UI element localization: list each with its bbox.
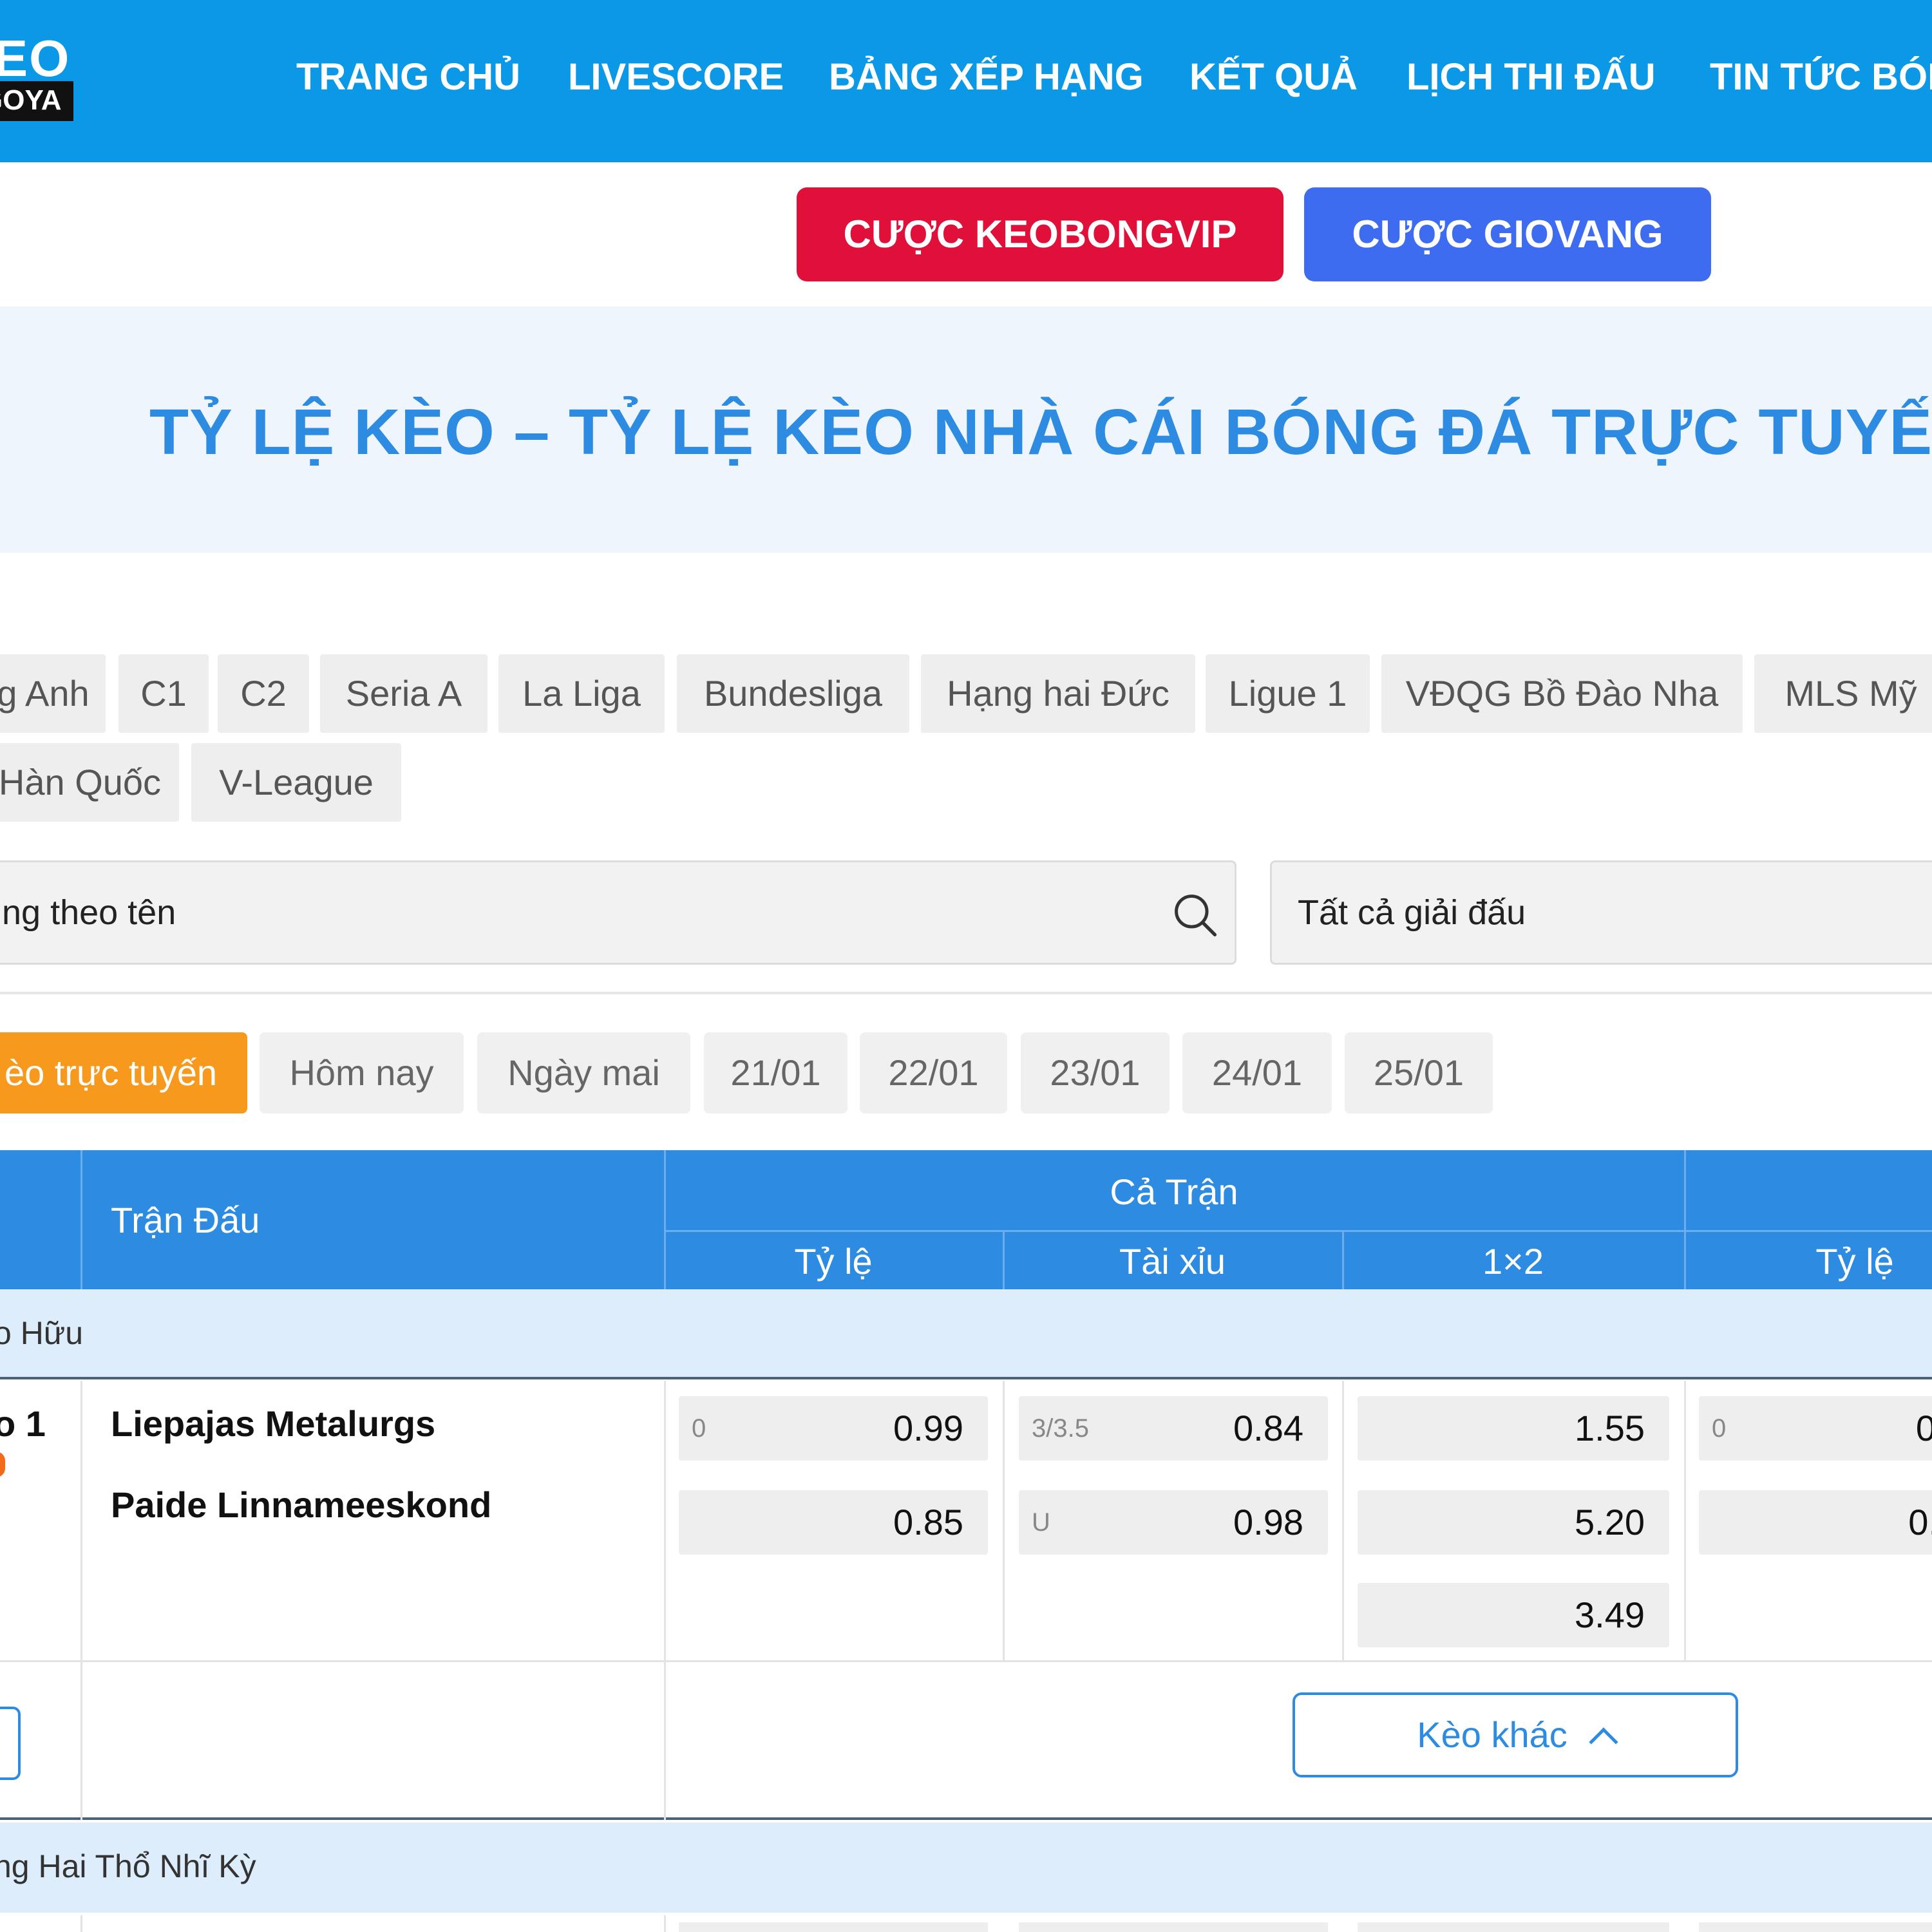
odd-cell-partial <box>679 1922 988 1932</box>
nav-item-schedule[interactable]: LỊCH THI ĐẤU <box>1406 52 1656 103</box>
league-row: ng Hai Thổ Nhĩ Kỳ <box>0 1823 1932 1913</box>
header-divider <box>80 1150 82 1289</box>
league-chip[interactable]: V-League <box>191 743 401 822</box>
tab-tomorrow[interactable]: Ngày mai <box>477 1032 690 1113</box>
search-input[interactable] <box>0 862 1110 963</box>
odd-value: 0. <box>1908 1502 1932 1542</box>
nav-item-standings[interactable]: BẢNG XẾP HẠNG <box>829 52 1144 103</box>
league-chip[interactable]: Hạng hai Đức <box>921 654 1195 733</box>
site-logo[interactable]: KEO GOYA <box>0 30 90 126</box>
league-name: ng Hai Thổ Nhĩ Kỳ <box>0 1848 256 1884</box>
odd-cell-partial <box>1699 1922 1932 1932</box>
column-divider <box>1003 1381 1005 1662</box>
top-navigation: KEO GOYA TRANG CHỦ LIVESCORE BẢNG XẾP HẠ… <box>0 0 1932 162</box>
logo-text-bottom: GOYA <box>0 81 73 121</box>
nav-item-home[interactable]: TRANG CHỦ <box>296 52 520 103</box>
live-indicator-icon <box>0 1452 5 1477</box>
league-name: o Hữu <box>0 1315 84 1351</box>
odds-table-header: Trận Đấu Cả Trận Tỷ lệ Tài xỉu 1×2 Tỷ lệ <box>0 1150 1932 1289</box>
league-select-value: Tất cả giải đấu <box>1298 893 1526 932</box>
league-chip[interactable]: Hàn Quốc <box>0 743 179 822</box>
league-chip[interactable]: Bundesliga <box>677 654 909 733</box>
odd-cell-partial <box>1019 1922 1328 1932</box>
column-divider <box>664 1915 666 1932</box>
odd-value: 0 <box>1915 1408 1932 1448</box>
logo-text-top: KEO <box>0 30 71 87</box>
league-chip[interactable]: g Anh <box>0 654 106 733</box>
title-banner: TỶ LỆ KÈO – TỶ LỆ KÈO NHÀ CÁI BÓNG ĐÁ TR… <box>0 307 1932 553</box>
league-chip[interactable]: Seria A <box>320 654 488 733</box>
tab-date[interactable]: 25/01 <box>1345 1032 1493 1113</box>
column-divider <box>1684 1381 1686 1662</box>
column-divider <box>80 1381 82 1820</box>
league-row: o Hữu <box>0 1289 1932 1379</box>
over-under-line: 3/3.5 <box>1032 1414 1089 1443</box>
match-detail-button[interactable] <box>0 1707 21 1780</box>
odd-value: 3.49 <box>1575 1595 1645 1635</box>
under-odd[interactable]: U 0.98 <box>1019 1490 1328 1555</box>
over-under-header: Tài xỉu <box>1119 1241 1226 1282</box>
row-divider <box>0 1660 1932 1662</box>
odd-value: 1.55 <box>1575 1408 1645 1448</box>
column-divider <box>664 1381 666 1820</box>
odd-value: 0.84 <box>1233 1408 1303 1448</box>
nav-item-livescore[interactable]: LIVESCORE <box>568 52 784 103</box>
match-column-header: Trận Đấu <box>111 1200 260 1240</box>
league-chip[interactable]: La Liga <box>498 654 665 733</box>
odd-value: 5.20 <box>1575 1502 1645 1542</box>
handicap-line: 0 <box>1712 1414 1727 1443</box>
more-odds-label: Kèo khác <box>1417 1714 1567 1755</box>
match-number: o 1 <box>0 1403 46 1444</box>
1x2-draw-odd[interactable]: 3.49 <box>1358 1583 1669 1647</box>
column-divider <box>1342 1381 1344 1662</box>
team-search <box>0 860 1236 965</box>
odd-value: 0.98 <box>1233 1502 1303 1542</box>
odd-value: 0.85 <box>893 1502 963 1542</box>
1x2-away-odd[interactable]: 5.20 <box>1358 1490 1669 1555</box>
tab-date[interactable]: 24/01 <box>1182 1032 1332 1113</box>
bet-keobongvip-button[interactable]: CƯỢC KEOBONGVIP <box>797 187 1283 281</box>
tab-today[interactable]: Hôm nay <box>260 1032 464 1113</box>
header-divider <box>664 1230 1932 1232</box>
more-odds-button[interactable]: Kèo khác <box>1293 1692 1738 1777</box>
column-divider <box>80 1915 82 1932</box>
handicap-line: 0 <box>692 1414 706 1443</box>
over-odd[interactable]: 3/3.5 0.84 <box>1019 1396 1328 1461</box>
bet-giovang-button[interactable]: CƯỢC GIOVANG <box>1304 187 1711 281</box>
league-chip[interactable]: VĐQG Bồ Đào Nha <box>1381 654 1743 733</box>
1x2-header: 1×2 <box>1482 1241 1544 1282</box>
odd-value: 0.99 <box>893 1408 963 1448</box>
full-match-header: Cả Trận <box>1110 1171 1238 1212</box>
half-handicap-header: Tỷ lệ <box>1815 1241 1894 1282</box>
tab-date[interactable]: 23/01 <box>1021 1032 1170 1113</box>
search-icon[interactable] <box>1171 891 1220 940</box>
handicap-away-odd[interactable]: 0.85 <box>679 1490 988 1555</box>
league-select[interactable]: Tất cả giải đấu <box>1270 860 1932 965</box>
nav-item-results[interactable]: KẾT QUẢ <box>1189 52 1358 103</box>
league-chip[interactable]: C1 <box>118 654 209 733</box>
tab-live-odds[interactable]: èo trực tuyến <box>0 1032 247 1113</box>
handicap-home-odd[interactable]: 0 0.99 <box>679 1396 988 1461</box>
odd-cell-partial <box>1358 1922 1669 1932</box>
league-chip[interactable]: Ligue 1 <box>1206 654 1370 733</box>
league-chip[interactable]: MLS Mỹ <box>1754 654 1932 733</box>
half-handicap-home-odd[interactable]: 0 0 <box>1699 1396 1932 1461</box>
nav-item-news[interactable]: TIN TỨC BÓN <box>1710 52 1932 103</box>
half-handicap-away-odd[interactable]: 0. <box>1699 1490 1932 1555</box>
league-chip[interactable]: C2 <box>218 654 309 733</box>
home-team: Liepajas Metalurgs <box>111 1403 436 1444</box>
section-divider <box>0 992 1932 994</box>
tab-date[interactable]: 22/01 <box>860 1032 1007 1113</box>
handicap-header: Tỷ lệ <box>794 1241 873 1282</box>
tab-date[interactable]: 21/01 <box>704 1032 848 1113</box>
away-team: Paide Linnameeskond <box>111 1484 492 1525</box>
chevron-up-icon <box>1589 1727 1618 1757</box>
under-label: U <box>1032 1508 1050 1537</box>
1x2-home-odd[interactable]: 1.55 <box>1358 1396 1669 1461</box>
page-title: TỶ LỆ KÈO – TỶ LỆ KÈO NHÀ CÁI BÓNG ĐÁ TR… <box>149 396 1932 468</box>
